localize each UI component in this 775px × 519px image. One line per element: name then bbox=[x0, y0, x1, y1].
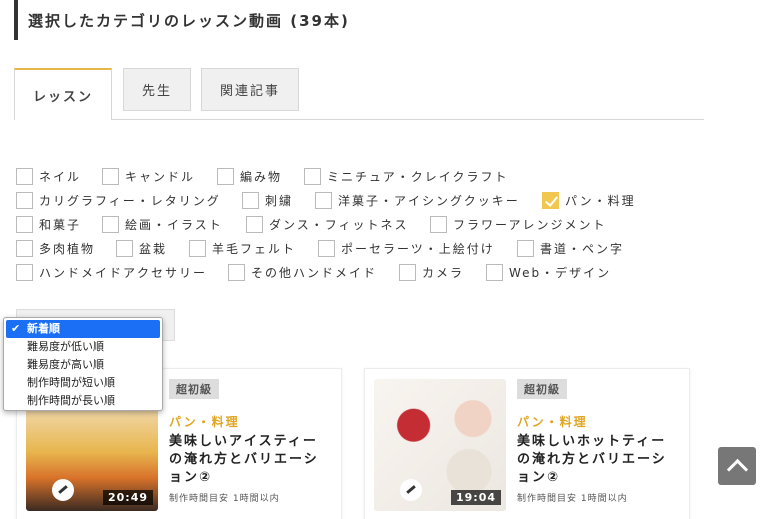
section-heading: 選択したカテゴリのレッスン動画 (39本) bbox=[14, 0, 414, 40]
category-label: ポーセラーツ・上絵付け bbox=[341, 242, 495, 256]
checkbox-icon[interactable] bbox=[228, 264, 245, 281]
checkbox-icon[interactable] bbox=[430, 216, 447, 233]
category-checkbox[interactable]: ネイル bbox=[16, 168, 81, 185]
category-checkbox[interactable]: 書道・ペン字 bbox=[517, 240, 624, 257]
category-checkbox[interactable]: 盆栽 bbox=[116, 240, 167, 257]
category-checkbox[interactable]: ダンス・フィットネス bbox=[246, 216, 409, 233]
sort-option[interactable]: 難易度が低い順 bbox=[6, 338, 160, 356]
lesson-title[interactable]: 美味しいホットティーの淹れ方とバリエーション② bbox=[517, 433, 679, 487]
checkbox-icon[interactable] bbox=[486, 264, 503, 281]
category-label: フラワーアレンジメント bbox=[453, 218, 607, 232]
lesson-card[interactable]: 19:04 超初級 パン・料理 美味しいホットティーの淹れ方とバリエーション② … bbox=[364, 368, 690, 519]
sort-option[interactable]: 難易度が高い順 bbox=[6, 356, 160, 374]
checkbox-icon[interactable] bbox=[102, 168, 119, 185]
category-checkbox[interactable]: 和菓子 bbox=[16, 216, 81, 233]
category-label: ネイル bbox=[39, 170, 82, 184]
level-badge: 超初級 bbox=[517, 379, 567, 399]
checkbox-icon[interactable] bbox=[242, 192, 259, 209]
category-row: 多肉植物 盆栽 羊毛フェルト ポーセラーツ・上絵付け 書道・ペン字 bbox=[16, 240, 716, 260]
checkbox-icon[interactable] bbox=[16, 216, 33, 233]
checkbox-icon[interactable] bbox=[517, 240, 534, 257]
tab-lesson[interactable]: レッスン bbox=[14, 68, 112, 120]
category-checkbox[interactable]: 洋菓子・アイシングクッキー bbox=[315, 192, 520, 209]
category-label: カメラ bbox=[422, 266, 465, 280]
sort-option-selected[interactable]: ✔ 新着順 bbox=[6, 320, 160, 338]
category-checkbox[interactable]: カメラ bbox=[399, 264, 464, 281]
checkbox-icon[interactable] bbox=[189, 240, 206, 257]
lesson-thumbnail[interactable]: 19:04 bbox=[374, 379, 506, 511]
category-checkbox[interactable]: フラワーアレンジメント bbox=[430, 216, 607, 233]
sort-option[interactable]: 制作時間が長い順 bbox=[6, 392, 160, 410]
category-label: Web・デザイン bbox=[509, 266, 612, 280]
checkbox-icon[interactable] bbox=[102, 216, 119, 233]
category-checkbox[interactable]: Web・デザイン bbox=[486, 264, 611, 281]
checkbox-icon[interactable] bbox=[315, 192, 332, 209]
category-label: 洋菓子・アイシングクッキー bbox=[338, 194, 520, 208]
category-label: 盆栽 bbox=[139, 242, 168, 256]
tab-bar: レッスン 先生 関連記事 bbox=[14, 68, 704, 120]
checkbox-icon[interactable] bbox=[246, 216, 263, 233]
lesson-title[interactable]: 美味しいアイスティーの淹れ方とバリエーション② bbox=[169, 433, 331, 487]
lesson-category: パン・料理 bbox=[169, 415, 240, 429]
category-checkbox[interactable]: 刺繍 bbox=[242, 192, 293, 209]
sort-dropdown[interactable]: ✔ 新着順 難易度が低い順 難易度が高い順 制作時間が短い順 制作時間が長い順 bbox=[3, 317, 163, 411]
checkbox-icon[interactable] bbox=[116, 240, 133, 257]
video-duration: 19:04 bbox=[450, 490, 501, 505]
category-row: ネイル キャンドル 編み物 ミニチュア・クレイクラフト bbox=[16, 168, 716, 188]
sort-option-label: 新着順 bbox=[27, 322, 60, 335]
check-icon: ✔ bbox=[11, 322, 21, 335]
category-checkbox[interactable]: カリグラフィー・レタリング bbox=[16, 192, 221, 209]
category-label: その他ハンドメイド bbox=[251, 266, 378, 280]
category-label: カリグラフィー・レタリング bbox=[39, 194, 221, 208]
checkbox-icon[interactable] bbox=[304, 168, 321, 185]
category-row: カリグラフィー・レタリング 刺繍 洋菓子・アイシングクッキー パン・料理 bbox=[16, 192, 716, 212]
lesson-category: パン・料理 bbox=[517, 415, 588, 429]
category-label: 編み物 bbox=[240, 170, 283, 184]
category-label: 和菓子 bbox=[39, 218, 82, 232]
checkbox-icon[interactable] bbox=[16, 168, 33, 185]
category-label: パン・料理 bbox=[565, 194, 636, 208]
category-label: 多肉植物 bbox=[39, 242, 96, 256]
play-icon bbox=[52, 479, 74, 501]
category-label: ミニチュア・クレイクラフト bbox=[327, 170, 509, 184]
lesson-time: 制作時間目安 1時間以内 bbox=[517, 494, 628, 504]
tab-related-articles[interactable]: 関連記事 bbox=[201, 68, 299, 111]
category-checkbox[interactable]: ミニチュア・クレイクラフト bbox=[304, 168, 509, 185]
category-row: ハンドメイドアクセサリー その他ハンドメイド カメラ Web・デザイン bbox=[16, 264, 716, 284]
category-label: キャンドル bbox=[125, 170, 196, 184]
category-label: 絵画・イラスト bbox=[125, 218, 223, 232]
category-label: 羊毛フェルト bbox=[212, 242, 297, 256]
category-checkbox[interactable]: その他ハンドメイド bbox=[228, 264, 377, 281]
checkbox-icon[interactable] bbox=[16, 264, 33, 281]
category-checkbox-checked[interactable]: パン・料理 bbox=[542, 192, 636, 209]
checkbox-icon[interactable] bbox=[399, 264, 416, 281]
category-checkbox[interactable]: 絵画・イラスト bbox=[102, 216, 223, 233]
category-label: ハンドメイドアクセサリー bbox=[39, 266, 208, 280]
tab-teacher[interactable]: 先生 bbox=[123, 68, 191, 111]
checkbox-icon[interactable] bbox=[16, 192, 33, 209]
check-icon[interactable] bbox=[542, 192, 559, 209]
category-row: 和菓子 絵画・イラスト ダンス・フィットネス フラワーアレンジメント bbox=[16, 216, 716, 236]
play-icon bbox=[400, 479, 422, 501]
sort-option[interactable]: 制作時間が短い順 bbox=[6, 374, 160, 392]
checkbox-icon[interactable] bbox=[16, 240, 33, 257]
category-label: ダンス・フィットネス bbox=[269, 218, 409, 232]
level-badge: 超初級 bbox=[169, 379, 219, 399]
lesson-time: 制作時間目安 1時間以内 bbox=[169, 494, 280, 504]
video-duration: 20:49 bbox=[102, 490, 153, 505]
checkbox-icon[interactable] bbox=[318, 240, 335, 257]
category-checkbox[interactable]: キャンドル bbox=[102, 168, 195, 185]
category-label: 書道・ペン字 bbox=[540, 242, 625, 256]
checkbox-icon[interactable] bbox=[217, 168, 234, 185]
category-label: 刺繍 bbox=[265, 194, 294, 208]
category-checkbox[interactable]: ポーセラーツ・上絵付け bbox=[318, 240, 495, 257]
category-checkbox[interactable]: 羊毛フェルト bbox=[189, 240, 296, 257]
category-checkbox[interactable]: 多肉植物 bbox=[16, 240, 95, 257]
arrow-up-icon[interactable] bbox=[718, 447, 756, 485]
category-checkbox[interactable]: ハンドメイドアクセサリー bbox=[16, 264, 207, 281]
category-checkbox[interactable]: 編み物 bbox=[217, 168, 282, 185]
